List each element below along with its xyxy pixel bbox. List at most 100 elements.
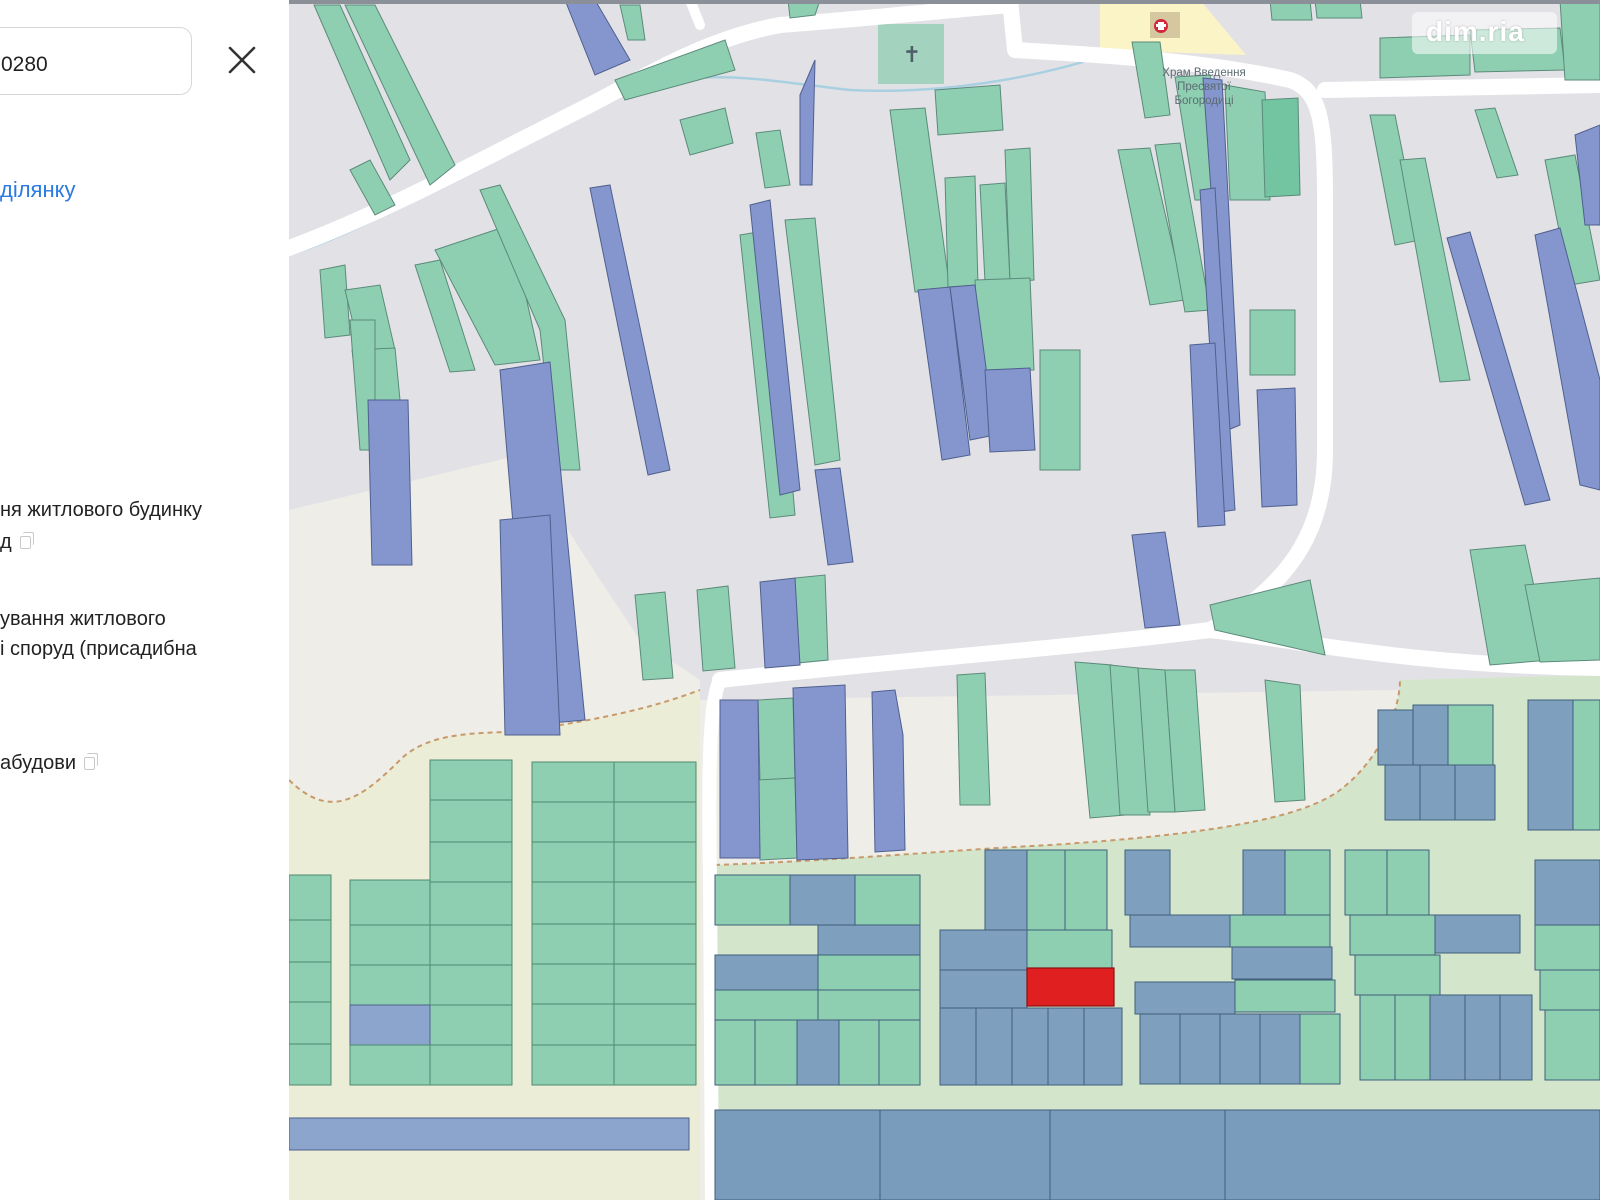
parcel[interactable]	[1527, 699, 1574, 831]
parcel[interactable]	[1234, 979, 1336, 1013]
building[interactable]	[1004, 147, 1035, 283]
parcel[interactable]	[1429, 994, 1466, 1081]
parcel[interactable]	[349, 879, 431, 1086]
building[interactable]	[934, 84, 1004, 136]
parcel[interactable]	[939, 929, 1028, 971]
building[interactable]	[794, 574, 829, 664]
parcel[interactable]	[1259, 1013, 1301, 1085]
parcel[interactable]	[1242, 849, 1286, 916]
parcel[interactable]	[1419, 764, 1456, 821]
parcel[interactable]	[1447, 704, 1494, 766]
show-plot-link[interactable]: ділянку	[0, 175, 76, 205]
copy-icon[interactable]	[19, 532, 34, 550]
parcel[interactable]	[1284, 849, 1331, 916]
parcel[interactable]	[1394, 994, 1431, 1081]
parcel[interactable]	[1139, 1013, 1181, 1085]
building[interactable]	[1559, 0, 1600, 81]
building[interactable]	[792, 684, 849, 861]
parcel[interactable]	[1544, 1009, 1600, 1081]
parcel[interactable]	[1026, 929, 1113, 969]
parcel[interactable]	[1464, 994, 1501, 1081]
parcel[interactable]	[714, 954, 819, 991]
parcel[interactable]	[817, 954, 921, 991]
building[interactable]	[1249, 309, 1296, 376]
parcel[interactable]	[1377, 709, 1414, 766]
parcel[interactable]	[1454, 764, 1496, 821]
parcel[interactable]	[1011, 1007, 1049, 1086]
church-icon[interactable]: ✝	[903, 43, 921, 68]
parcel[interactable]	[1349, 914, 1436, 956]
building[interactable]	[696, 585, 736, 672]
parcel[interactable]	[939, 969, 1028, 1009]
building[interactable]	[319, 264, 351, 339]
selected-parcel[interactable]	[1026, 967, 1115, 1007]
parcel[interactable]	[1179, 1013, 1221, 1085]
parcel-strip[interactable]	[289, 1117, 690, 1151]
parcel[interactable]	[1434, 914, 1521, 954]
building[interactable]	[367, 399, 413, 566]
parcel[interactable]	[1219, 1013, 1261, 1085]
copy-icon[interactable]	[84, 753, 99, 771]
building[interactable]	[759, 577, 801, 669]
parcel[interactable]	[1539, 969, 1600, 1011]
building[interactable]	[1261, 97, 1301, 198]
road-northeast	[1317, 77, 1600, 98]
parcel[interactable]	[754, 1019, 798, 1086]
parcel[interactable]	[1229, 914, 1331, 948]
building[interactable]	[1256, 387, 1298, 508]
parcel[interactable]	[838, 1019, 880, 1086]
building[interactable]	[757, 777, 798, 861]
parcel[interactable]	[1534, 924, 1600, 971]
building[interactable]	[499, 514, 561, 736]
parcel[interactable]	[984, 849, 1028, 931]
close-button[interactable]	[226, 44, 258, 76]
parcel-blue[interactable]	[349, 1004, 431, 1046]
building[interactable]	[719, 699, 761, 859]
parcel[interactable]	[1047, 1007, 1085, 1086]
parcel[interactable]	[1359, 994, 1396, 1081]
parcel[interactable]	[1134, 981, 1236, 1015]
parcel[interactable]	[1129, 914, 1231, 948]
parcel[interactable]	[854, 874, 921, 926]
map-canvas[interactable]: ✝	[289, 0, 1600, 1200]
parcel[interactable]	[1499, 994, 1533, 1081]
parcel[interactable]	[1124, 849, 1171, 916]
parcel[interactable]	[1384, 764, 1421, 821]
parcel[interactable]	[817, 989, 921, 1021]
parcel[interactable]	[1386, 849, 1430, 916]
parcel[interactable]	[939, 1007, 977, 1086]
parcel[interactable]	[289, 874, 332, 1086]
cadastral-map[interactable]: ✝ Храм Введення Пресвятої Богородиці	[289, 0, 1600, 1200]
purpose-text-line2-value: д	[0, 531, 12, 553]
cadastral-search-input[interactable]: 0280	[0, 27, 192, 95]
parcel[interactable]	[714, 989, 819, 1021]
building[interactable]	[984, 367, 1036, 453]
parcel[interactable]	[1026, 849, 1066, 931]
building[interactable]	[944, 175, 979, 288]
parcel[interactable]	[714, 1019, 756, 1086]
parcel[interactable]	[1534, 859, 1600, 926]
parcel[interactable]	[878, 1019, 921, 1086]
info-panel: 0280 ділянку ня житлового будинку д уван…	[0, 0, 289, 1200]
building[interactable]	[1039, 349, 1081, 471]
parcel[interactable]	[1354, 954, 1441, 996]
parcel[interactable]	[1231, 946, 1333, 980]
parcel[interactable]	[1064, 849, 1108, 931]
building[interactable]	[979, 182, 1011, 283]
parcel[interactable]	[1572, 699, 1600, 831]
large-parcel[interactable]	[714, 1109, 1600, 1200]
parcel[interactable]	[975, 1007, 1013, 1086]
parcel[interactable]	[789, 874, 856, 926]
close-icon[interactable]	[226, 44, 258, 76]
search-value[interactable]: 0280	[1, 53, 48, 77]
usage-text-line2: і споруд (присадибна	[0, 638, 197, 660]
parcel[interactable]	[1344, 849, 1388, 916]
building[interactable]	[956, 672, 991, 806]
parcel[interactable]	[1299, 1013, 1341, 1085]
parcel[interactable]	[1083, 1007, 1123, 1086]
parcel[interactable]	[714, 874, 791, 926]
building[interactable]	[757, 697, 796, 783]
parcel[interactable]	[1412, 704, 1449, 766]
parcel[interactable]	[796, 1019, 840, 1086]
parcel[interactable]	[429, 759, 513, 1086]
